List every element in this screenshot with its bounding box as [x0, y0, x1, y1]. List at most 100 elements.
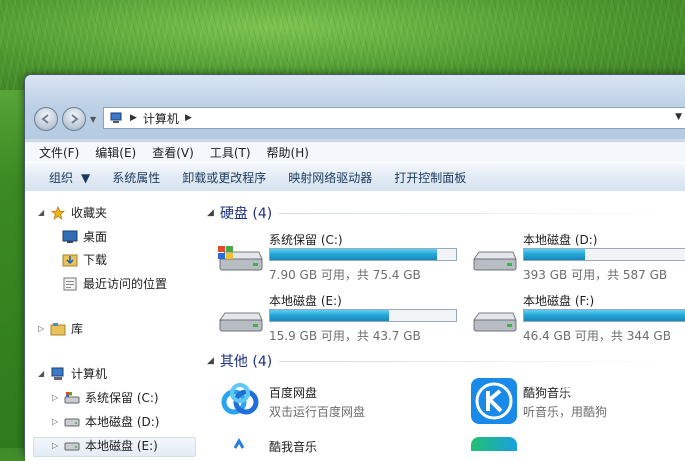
uninstall-program-button[interactable]: 卸载或更改程序 [171, 169, 277, 186]
map-network-drive-button[interactable]: 映射网络驱动器 [277, 169, 383, 186]
arrow-left-icon [41, 114, 49, 124]
group-header-other[interactable]: ◢ 其他 (4) [207, 351, 272, 371]
collapse-icon[interactable]: ◢ [38, 208, 46, 217]
drive-space-info: 393 GB 可用，共 587 GB [523, 268, 668, 282]
chevron-down-icon: ▼ [81, 170, 91, 185]
drive-name: 系统保留 (C:) [269, 233, 343, 247]
system-properties-button[interactable]: 系统属性 [101, 169, 171, 186]
group-divider [279, 213, 679, 214]
drive-space-info: 7.90 GB 可用，共 75.4 GB [269, 268, 421, 282]
expand-icon[interactable]: ▷ [52, 393, 60, 402]
address-bar[interactable]: ▶ 计算机 ▶ ▼ [103, 107, 685, 129]
sidebar-label: 收藏夹 [71, 206, 108, 220]
expand-icon[interactable]: ▷ [52, 417, 60, 426]
sidebar-item-favorites[interactable]: ◢ 收藏夹 [38, 204, 107, 221]
sidebar-item-drive-e[interactable]: ▷ 本地磁盘 (E:) [52, 437, 158, 454]
libraries-icon [50, 322, 66, 335]
collapse-icon[interactable]: ◢ [38, 369, 46, 378]
group-title: 其他 (4) [219, 354, 273, 370]
drive-usage-fill [524, 249, 586, 260]
sidebar-item-libraries[interactable]: ▷ 库 [38, 320, 83, 337]
arrow-right-icon [71, 114, 79, 124]
item-description: 双击运行百度网盘 [269, 405, 366, 419]
other-item-baidu-netdisk[interactable]: 百度网盘 双击运行百度网盘 [217, 378, 467, 428]
open-control-panel-button[interactable]: 打开控制面板 [383, 169, 477, 186]
organize-label: 组织 [49, 170, 74, 185]
sidebar-item-computer[interactable]: ◢ 计算机 [38, 365, 107, 382]
sidebar-label: 计算机 [71, 367, 108, 381]
menu-help[interactable]: 帮助(H) [259, 144, 317, 161]
organize-button[interactable]: 组织 ▼ [25, 169, 101, 186]
drive-f[interactable]: 本地磁盘 (F:) 46.4 GB 可用，共 344 GB [471, 292, 685, 348]
sidebar-item-recent-places[interactable]: 最近访问的位置 [62, 275, 167, 292]
drive-usage-bar [269, 248, 457, 261]
hard-drive-icon [473, 312, 517, 332]
collapse-icon[interactable]: ◢ [207, 356, 214, 366]
sidebar-label: 本地磁盘 (E:) [85, 439, 158, 453]
drive-usage-bar [269, 309, 457, 322]
sidebar-label: 系统保留 (C:) [85, 391, 159, 405]
sidebar-label: 最近访问的位置 [83, 277, 168, 291]
other-item-partial[interactable] [471, 437, 685, 457]
drive-name: 本地磁盘 (E:) [269, 294, 342, 308]
sidebar-item-drive-c[interactable]: ▷ 系统保留 (C:) [52, 389, 159, 406]
kugou-icon [471, 378, 517, 424]
forward-button[interactable] [62, 107, 86, 131]
expand-icon[interactable]: ▷ [52, 441, 60, 450]
expand-icon[interactable]: ▷ [38, 324, 46, 333]
drive-usage-bar [523, 309, 685, 322]
group-title: 硬盘 (4) [219, 206, 273, 222]
item-description: 听音乐，用酷狗 [523, 405, 608, 419]
drive-space-info: 46.4 GB 可用，共 344 GB [523, 329, 671, 343]
computer-icon [51, 367, 64, 380]
star-icon [50, 205, 66, 220]
group-divider [279, 361, 679, 362]
group-header-disks[interactable]: ◢ 硬盘 (4) [207, 203, 272, 223]
drive-name: 本地磁盘 (D:) [523, 233, 598, 247]
command-bar: 组织 ▼ 系统属性 卸载或更改程序 映射网络驱动器 打开控制面板 [25, 162, 685, 192]
sidebar-label: 本地磁盘 (D:) [85, 415, 160, 429]
kuwo-icon [217, 437, 263, 450]
collapse-icon[interactable]: ◢ [207, 208, 214, 218]
sidebar-label: 库 [71, 322, 84, 336]
menu-tools[interactable]: 工具(T) [202, 144, 259, 161]
drive-usage-fill [270, 249, 438, 260]
breadcrumb-separator-icon[interactable]: ▶ [130, 113, 137, 123]
drive-c[interactable]: 系统保留 (C:) 7.90 GB 可用，共 75.4 GB [217, 231, 467, 287]
system-drive-icon [64, 391, 80, 403]
drive-usage-fill [524, 310, 685, 321]
sidebar-label: 下载 [83, 253, 108, 267]
hard-drive-icon [473, 251, 517, 271]
drive-d[interactable]: 本地磁盘 (D:) 393 GB 可用，共 587 GB [471, 231, 685, 287]
menu-edit[interactable]: 编辑(E) [87, 144, 144, 161]
content-pane: ◢ 硬盘 (4) 系统保留 (C:) 7.90 GB 可用，共 75.4 GB … [199, 191, 685, 461]
drive-e[interactable]: 本地磁盘 (E:) 15.9 GB 可用，共 43.7 GB [217, 292, 467, 348]
item-name: 酷我音乐 [269, 440, 318, 454]
sidebar-item-downloads[interactable]: 下载 [62, 251, 107, 268]
window-chrome: ▼ ▶ 计算机 ▶ ▼ 文件(F) 编辑(E) 查看(V) 工具(T) 帮助(H… [25, 75, 685, 192]
recent-places-icon [63, 277, 77, 290]
menu-bar: 文件(F) 编辑(E) 查看(V) 工具(T) 帮助(H) [25, 141, 685, 162]
drive-name: 本地磁盘 (F:) [523, 294, 595, 308]
baidu-netdisk-icon [217, 378, 263, 424]
computer-icon [110, 112, 122, 123]
drive-usage-bar [523, 248, 685, 261]
desktop-icon [62, 230, 78, 243]
address-dropdown-icon[interactable]: ▼ [675, 112, 682, 122]
history-dropdown-icon[interactable]: ▼ [90, 115, 96, 124]
system-drive-icon [218, 246, 263, 271]
breadcrumb-computer[interactable]: 计算机 [143, 110, 179, 127]
drive-usage-fill [270, 310, 390, 321]
sidebar-item-desktop[interactable]: 桌面 [62, 228, 107, 245]
breadcrumb-separator-icon[interactable]: ▶ [185, 113, 192, 123]
hard-drive-icon [64, 418, 80, 426]
drive-space-info: 15.9 GB 可用，共 43.7 GB [269, 329, 421, 343]
menu-file[interactable]: 文件(F) [25, 144, 87, 161]
back-button[interactable] [34, 107, 58, 131]
other-item-kuwo[interactable]: 酷我音乐 [217, 436, 467, 456]
app-icon [471, 437, 517, 451]
sidebar-item-drive-d[interactable]: ▷ 本地磁盘 (D:) [52, 413, 159, 430]
menu-view[interactable]: 查看(V) [144, 144, 202, 161]
hard-drive-icon [64, 442, 80, 450]
navigation-pane: ◢ 收藏夹 桌面 下载 最近访问的位置 ▷ 库 ◢ 计算机 ▷ 系统保留 (C:… [25, 191, 200, 461]
